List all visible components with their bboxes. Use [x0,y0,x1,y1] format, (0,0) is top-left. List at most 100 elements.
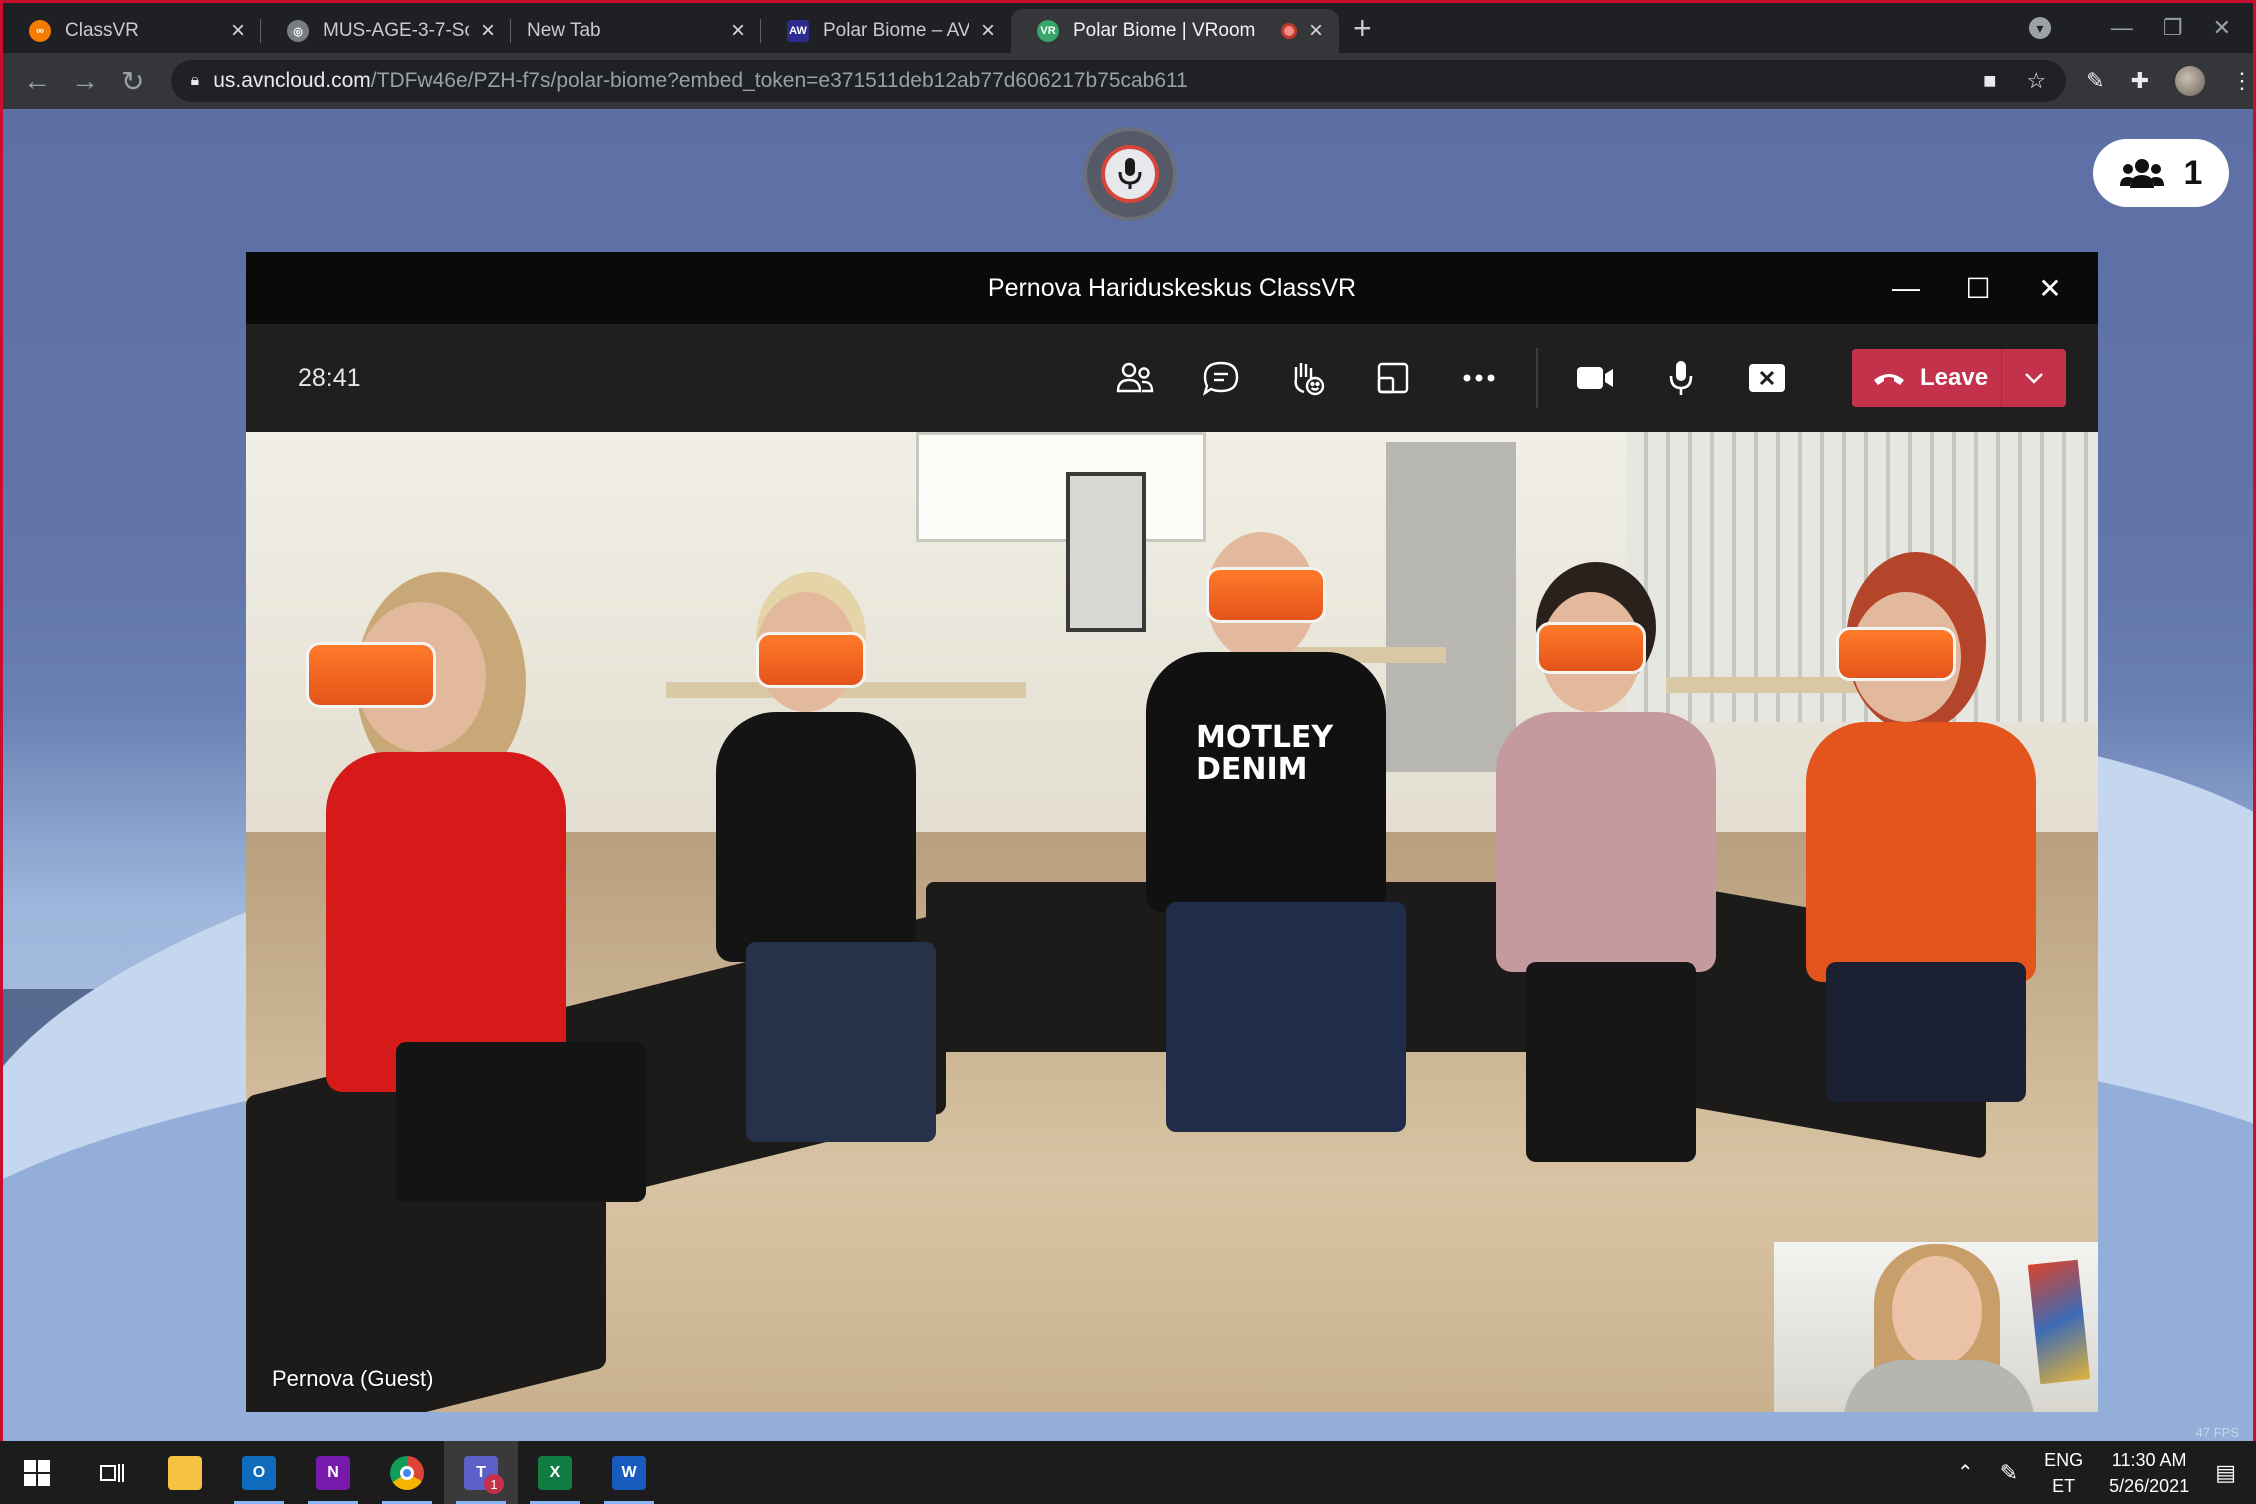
more-icon [1463,374,1495,382]
video-flipchart [1066,472,1146,632]
people-icon [2119,159,2164,188]
teams-window-title: Pernova Hariduskeskus ClassVR [987,273,1357,302]
keyboard-layout-code: ET [2052,1475,2076,1496]
recording-icon [1280,23,1297,39]
windows-logo-icon [24,1459,50,1486]
chrome-button[interactable] [370,1441,444,1504]
participant-video-feed: MOTLEY DENIM Pernova (Guest) [246,432,2098,1412]
onenote-button[interactable]: N [296,1441,370,1504]
call-timer: 28:41 [298,363,361,392]
start-button[interactable] [0,1441,74,1504]
forward-icon[interactable]: → [61,65,109,97]
tab-search-icon[interactable]: ▾ [2028,17,2051,39]
leave-options-chevron-icon[interactable] [2002,372,2066,384]
tab-title: Polar Biome | VRoom [1073,20,1256,41]
participant-name-label: Pernova (Guest) [272,1366,434,1391]
participants-icon [1116,362,1154,393]
chat-icon [1202,361,1239,396]
pen-extension-icon[interactable]: ✎ [2086,68,2104,94]
teams-notification-badge: 1 [484,1474,504,1494]
bookmark-star-icon[interactable]: ☆ [2026,68,2046,94]
extensions-puzzle-icon[interactable]: ✚ [2131,68,2149,94]
file-explorer-button[interactable] [148,1441,222,1504]
teams-call-window: Pernova Hariduskeskus ClassVR — ☐ ✕ 28:4… [246,252,2098,1412]
fps-counter: 47 FPS [2195,1425,2239,1440]
onenote-icon: N [316,1455,350,1490]
close-tab-icon[interactable]: × [731,19,745,43]
taskbar-clock[interactable]: 11:30 AM 5/26/2021 [2109,1447,2189,1499]
show-participants-button[interactable] [1092,348,1178,408]
window-controls: ▾ — ❐ ✕ [2028,3,2253,53]
close-window-icon[interactable]: ✕ [2213,15,2231,41]
teams-close-icon[interactable]: ✕ [2014,252,2086,324]
more-actions-button[interactable] [1436,348,1522,408]
pen-workspace-icon[interactable]: ✎ [2000,1460,2018,1486]
chrome-icon [390,1455,424,1490]
video-shirt-print: MOTLEY DENIM [1196,720,1334,787]
browser-window: ∞ ClassVR × ◎ MUS-AGE-3-7-Soundscape.pdf… [0,0,2256,1441]
participant-count: 1 [2183,153,2203,192]
mic-button[interactable] [1638,348,1724,408]
close-tab-icon[interactable]: × [481,19,495,43]
tab-polar-biome-vroom[interactable]: VR Polar Biome | VRoom × [1011,9,1339,53]
teams-minimize-icon[interactable]: — [1870,252,1942,324]
rooms-button[interactable] [1350,348,1436,408]
vroom-icon: VR [1037,20,1059,42]
address-bar[interactable]: 🔒︎ us.avncloud.com /TDFw46e/PZH-f7s/pola… [170,60,2067,102]
restore-icon[interactable]: ❐ [2163,15,2183,41]
stop-sharing-icon [1749,364,1785,392]
clock-date: 5/26/2021 [2109,1475,2190,1496]
folder-icon [168,1455,202,1490]
action-center-icon[interactable]: ▤ [2215,1460,2236,1486]
task-view-icon [100,1463,124,1482]
tab-title: MUS-AGE-3-7-Soundscape.pdf [323,20,469,41]
camera-button[interactable] [1552,348,1638,408]
hang-up-icon [1874,374,1904,385]
teams-button[interactable]: T 1 [444,1441,518,1504]
minimize-icon[interactable]: — [2111,15,2133,41]
tab-new-tab[interactable]: New Tab × [511,9,761,53]
tab-avantis-world[interactable]: AW Polar Biome – AVANTIS WORLD × [761,9,1011,53]
tab-soundscape-pdf[interactable]: ◎ MUS-AGE-3-7-Soundscape.pdf × [261,9,511,53]
excel-icon: X [538,1455,572,1490]
leave-call-button[interactable]: Leave [1852,349,2066,407]
avantis-icon: AW [787,20,809,42]
windows-taskbar: O N T 1 X W ⌃ ✎ ENG ET 11:30 AM 5/26/202… [0,1441,2256,1504]
tab-title: Polar Biome – AVANTIS WORLD [823,20,969,41]
vroom-mic-button[interactable] [1083,127,1177,221]
clock-time: 11:30 AM [2111,1449,2187,1470]
reactions-button[interactable] [1264,348,1350,408]
input-language-indicator[interactable]: ENG ET [2044,1447,2083,1499]
video-door [1386,442,1516,772]
vroom-scene: 1 Pernova Hariduskeskus ClassVR — ☐ ✕ 28… [3,109,2253,1441]
outlook-button[interactable]: O [222,1441,296,1504]
reload-icon[interactable]: ↻ [109,65,157,98]
self-view-video[interactable] [1774,1242,2098,1412]
new-tab-button[interactable]: + [1339,9,1390,53]
browser-toolbar: ← → ↻ 🔒︎ us.avncloud.com /TDFw46e/PZH-f7… [3,53,2253,109]
lock-icon: 🔒︎ [190,72,200,89]
close-tab-icon[interactable]: × [981,19,995,43]
camera-icon [1577,367,1613,389]
camera-in-use-icon[interactable]: ■ [1983,68,1996,94]
controls-divider [1536,348,1538,408]
show-hidden-icons-chevron-icon[interactable]: ⌃ [1957,1460,1974,1485]
tab-strip: ∞ ClassVR × ◎ MUS-AGE-3-7-Soundscape.pdf… [3,3,2253,53]
profile-avatar[interactable] [2175,66,2206,96]
url-path: /TDFw46e/PZH-f7s/polar-biome?embed_token… [370,69,1188,92]
excel-button[interactable]: X [518,1441,592,1504]
close-tab-icon[interactable]: × [231,19,245,43]
menu-kebab-icon[interactable]: ⋮ [2231,68,2253,94]
teams-maximize-icon[interactable]: ☐ [1942,252,2014,324]
stop-share-button[interactable] [1724,348,1810,408]
chat-button[interactable] [1178,348,1264,408]
participants-button[interactable]: 1 [2093,139,2229,207]
tab-classvr[interactable]: ∞ ClassVR × [3,9,261,53]
extensions-area: ✎ ✚ ⋮ [2086,66,2253,96]
language-code: ENG [2044,1449,2084,1470]
back-icon[interactable]: ← [13,65,61,97]
close-tab-icon[interactable]: × [1309,19,1323,43]
task-view-button[interactable] [74,1441,148,1504]
classvr-icon: ∞ [29,20,51,42]
word-button[interactable]: W [592,1441,666,1504]
